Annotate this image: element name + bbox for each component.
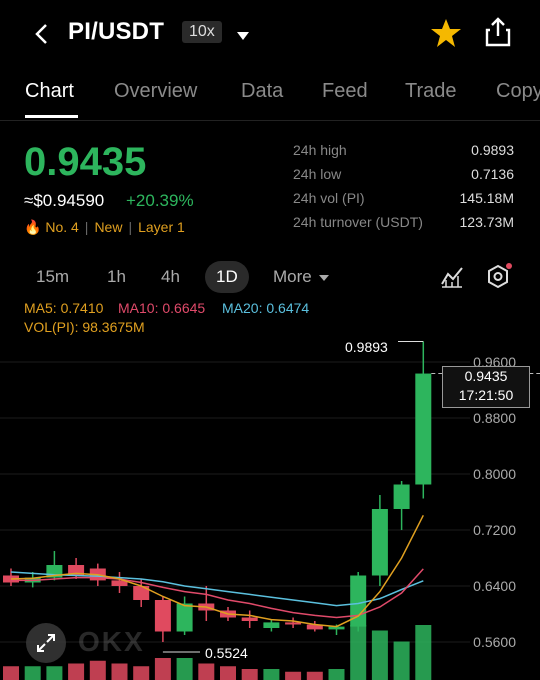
volume-bar	[3, 666, 19, 680]
last-price: 0.9435	[24, 140, 147, 184]
timeframe-15m[interactable]: 15m	[36, 267, 69, 287]
timeframe-4h[interactable]: 4h	[161, 267, 180, 287]
low-price-label: 0.5524	[205, 645, 248, 661]
tab-copy[interactable]: Copy	[496, 80, 540, 103]
usd-price: ≈$0.94590	[24, 191, 105, 210]
high-price-label: 0.9893	[345, 339, 388, 355]
current-price-tag: 0.9435 17:21:50	[442, 366, 530, 408]
favorite-star-icon[interactable]	[430, 18, 462, 53]
volume-bar	[263, 669, 280, 680]
ma10-label: MA10: 0.6645	[118, 300, 206, 316]
volume-bar	[350, 625, 367, 680]
more-label: More	[273, 267, 312, 286]
divider	[0, 120, 540, 121]
y-tick-label: 0.8800	[473, 410, 516, 426]
y-tick-label: 0.6400	[473, 578, 516, 594]
volume-bar	[176, 658, 193, 680]
volume-bar	[111, 663, 128, 680]
volume-bar	[220, 666, 236, 680]
y-tick-label: 0.8000	[473, 466, 516, 482]
y-tick-label: 0.5600	[473, 634, 516, 650]
stat-label: 24h low	[293, 166, 342, 182]
candle-body	[393, 484, 410, 509]
timeframe-1h[interactable]: 1h	[107, 267, 126, 287]
y-tick-label: 0.7200	[473, 522, 516, 538]
volume-bar	[241, 669, 258, 680]
stat-value: 145.18M	[459, 190, 514, 206]
volume-bar	[328, 669, 345, 680]
active-tab-indicator	[25, 115, 78, 118]
tab-data[interactable]: Data	[241, 80, 283, 103]
volume-bar	[415, 625, 432, 680]
more-timeframes-button[interactable]: More	[273, 267, 330, 287]
current-price-value: 0.9435	[464, 368, 508, 384]
volume-bar	[133, 666, 150, 680]
price-change: +20.39%	[126, 191, 194, 210]
candle-body	[285, 622, 302, 625]
expand-icon[interactable]	[26, 623, 66, 663]
chevron-down-icon[interactable]	[236, 28, 250, 46]
volume-bar	[24, 666, 41, 680]
ma20-label: MA20: 0.6474	[222, 300, 310, 316]
stat-value: 123.73M	[459, 214, 514, 230]
volume-bar	[46, 666, 63, 680]
volume-bar	[371, 630, 388, 680]
volume-bar	[154, 658, 171, 680]
stat-label: 24h vol (PI)	[293, 190, 365, 206]
back-icon[interactable]	[32, 22, 52, 46]
candle-body	[415, 373, 432, 485]
stat-value: 0.9893	[471, 142, 514, 158]
share-icon[interactable]	[484, 16, 512, 53]
volume-bar	[285, 671, 302, 680]
volume-bar	[306, 671, 323, 680]
ticker-tags: 🔥 No. 4 | New | Layer 1	[24, 219, 185, 235]
candle-body	[371, 509, 388, 576]
tab-feed[interactable]: Feed	[322, 80, 368, 103]
volume-bar	[393, 641, 410, 680]
volume-bar	[198, 663, 215, 680]
tab-chart[interactable]: Chart	[25, 80, 74, 103]
tab-overview[interactable]: Overview	[114, 80, 197, 103]
rank-label: No. 4	[45, 219, 79, 235]
stat-value: 0.7136	[471, 166, 514, 182]
tab-bar: Chart Overview Data Feed Trade Copy	[0, 80, 540, 120]
volume-bar	[68, 663, 85, 680]
current-time-value: 17:21:50	[458, 387, 514, 403]
candle-body	[263, 622, 280, 628]
candle-body	[241, 617, 258, 621]
stat-label: 24h turnover (USDT)	[293, 214, 423, 230]
stat-label: 24h high	[293, 142, 347, 158]
volume-label: VOL(PI): 98.3675M	[24, 319, 145, 335]
ma5-label: MA5: 0.7410	[24, 300, 104, 316]
tab-trade[interactable]: Trade	[405, 80, 457, 103]
leverage-badge: 10x	[182, 21, 222, 43]
settings-icon[interactable]	[484, 263, 512, 296]
candle-body	[154, 600, 171, 632]
layer-tag[interactable]: Layer 1	[138, 219, 185, 235]
new-tag[interactable]: New	[94, 219, 122, 235]
okx-watermark: OKX	[78, 626, 145, 657]
fire-icon: 🔥	[24, 219, 42, 235]
pair-title[interactable]: PI/USDT	[68, 18, 164, 46]
volume-bar	[89, 660, 106, 680]
indicator-icon[interactable]	[440, 266, 464, 293]
timeframe-1d[interactable]: 1D	[205, 261, 249, 293]
candle-body	[176, 603, 193, 632]
